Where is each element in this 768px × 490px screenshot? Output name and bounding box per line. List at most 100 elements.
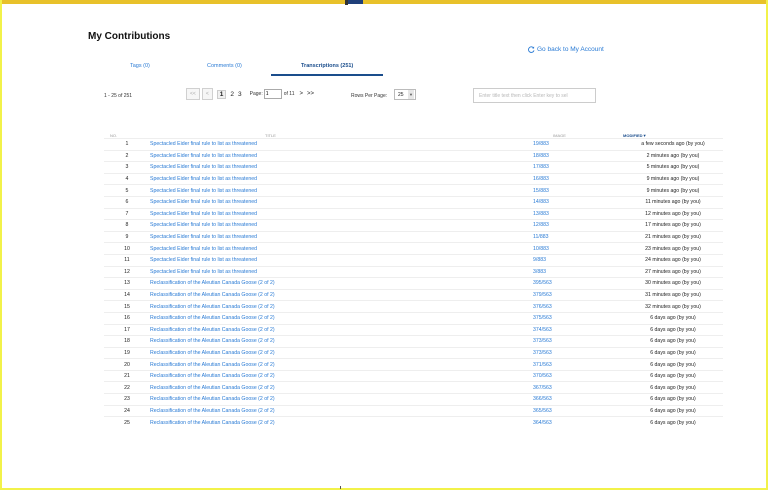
row-image-link[interactable]: 365/563 bbox=[533, 408, 552, 414]
row-image-link[interactable]: 395/563 bbox=[533, 280, 552, 286]
row-title-link[interactable]: Reclassification of the Aleutian Canada … bbox=[150, 338, 275, 344]
page-title: My Contributions bbox=[88, 31, 171, 42]
cell-modified: 6 days ago (by you) bbox=[623, 358, 723, 371]
row-title-link[interactable]: Reclassification of the Aleutian Canada … bbox=[150, 304, 275, 310]
first-page-button[interactable]: << bbox=[186, 88, 200, 100]
cell-modified: 6 days ago (by you) bbox=[623, 369, 723, 382]
row-image-link[interactable]: 373/563 bbox=[533, 338, 552, 344]
tab-tags[interactable]: Tags (0) bbox=[130, 63, 150, 69]
rows-per-page-value: 25 bbox=[398, 91, 404, 98]
row-number: 23 bbox=[124, 396, 130, 403]
page-number-1[interactable]: 1 bbox=[216, 89, 227, 99]
cell-modified: 24 minutes ago (by you) bbox=[623, 253, 723, 267]
back-to-account-link[interactable]: Go back to My Account bbox=[528, 46, 604, 53]
cell-no: 3 bbox=[104, 161, 150, 174]
cell-title: Spectacled Eider final rule to list as t… bbox=[150, 161, 533, 174]
row-image-link[interactable]: 12/883 bbox=[533, 222, 549, 228]
row-image-link[interactable]: 17/883 bbox=[533, 164, 549, 170]
row-title-link[interactable]: Spectacled Eider final rule to list as t… bbox=[150, 188, 257, 194]
row-image-link[interactable]: 16/883 bbox=[533, 176, 549, 182]
cell-image: 14/883 bbox=[533, 195, 623, 209]
cell-image: 11/883 bbox=[533, 230, 623, 243]
page-number-3[interactable]: 3 bbox=[238, 91, 242, 98]
row-title-link[interactable]: Spectacled Eider final rule to list as t… bbox=[150, 234, 257, 240]
row-image-link[interactable]: 9/883 bbox=[533, 257, 546, 263]
next-page-button[interactable]: > bbox=[299, 91, 303, 97]
row-image-link[interactable]: 18/883 bbox=[533, 153, 549, 159]
tab-comments[interactable]: Comments (0) bbox=[207, 63, 242, 69]
row-image-link[interactable]: 14/883 bbox=[533, 199, 549, 205]
row-number: 13 bbox=[124, 280, 130, 287]
row-image-link[interactable]: 10/883 bbox=[533, 246, 549, 252]
row-image-link[interactable]: 379/563 bbox=[533, 292, 552, 298]
row-title-link[interactable]: Spectacled Eider final rule to list as t… bbox=[150, 211, 257, 217]
tab-transcriptions[interactable]: Transcriptions (251) bbox=[301, 63, 353, 69]
row-number: 15 bbox=[124, 303, 130, 310]
cell-title: Spectacled Eider final rule to list as t… bbox=[150, 149, 533, 162]
row-image-link[interactable]: 373/563 bbox=[533, 350, 552, 356]
row-title-link[interactable]: Reclassification of the Aleutian Canada … bbox=[150, 280, 275, 286]
row-title-link[interactable]: Spectacled Eider final rule to list as t… bbox=[150, 164, 257, 170]
cell-title: Reclassification of the Aleutian Canada … bbox=[150, 323, 533, 336]
row-title-link[interactable]: Reclassification of the Aleutian Canada … bbox=[150, 315, 275, 321]
row-title-link[interactable]: Reclassification of the Aleutian Canada … bbox=[150, 408, 275, 414]
row-modified: 11 minutes ago (by you) bbox=[645, 199, 701, 206]
cell-no: 11 bbox=[104, 253, 150, 267]
row-title-link[interactable]: Reclassification of the Aleutian Canada … bbox=[150, 292, 275, 298]
row-modified: 32 minutes ago (by you) bbox=[645, 303, 701, 310]
row-title-link[interactable]: Spectacled Eider final rule to list as t… bbox=[150, 246, 257, 252]
row-image-link[interactable]: 375/563 bbox=[533, 315, 552, 321]
table-row: 4 Spectacled Eider final rule to list as … bbox=[104, 172, 723, 185]
table-row: 21 Reclassification of the Aleutian Canad… bbox=[104, 369, 723, 382]
cell-title: Reclassification of the Aleutian Canada … bbox=[150, 416, 533, 428]
row-image-link[interactable]: 376/563 bbox=[533, 304, 552, 310]
cell-image: 365/563 bbox=[533, 404, 623, 417]
cell-image: 376/563 bbox=[533, 300, 623, 313]
cell-image: 15/883 bbox=[533, 184, 623, 197]
row-title-link[interactable]: Reclassification of the Aleutian Canada … bbox=[150, 420, 275, 426]
row-title-link[interactable]: Reclassification of the Aleutian Canada … bbox=[150, 350, 275, 356]
last-page-button[interactable]: >> bbox=[307, 91, 314, 97]
rows-per-page-select[interactable]: 25 ▼ bbox=[394, 89, 416, 100]
row-modified: a few seconds ago (by you) bbox=[641, 141, 705, 148]
cell-no: 19 bbox=[104, 346, 150, 359]
prev-page-button[interactable]: < bbox=[201, 88, 213, 100]
row-image-link[interactable]: 11/883 bbox=[533, 234, 548, 240]
cell-no: 13 bbox=[104, 277, 150, 290]
title-filter-input[interactable] bbox=[473, 88, 596, 103]
row-title-link[interactable]: Spectacled Eider final rule to list as t… bbox=[150, 141, 257, 147]
page-label: Page: bbox=[249, 91, 263, 97]
row-title-link[interactable]: Spectacled Eider final rule to list as t… bbox=[150, 269, 257, 275]
row-modified: 5 minutes ago (by you) bbox=[646, 164, 700, 171]
row-number: 8 bbox=[125, 222, 129, 229]
page-number-input[interactable] bbox=[263, 89, 282, 99]
row-image-link[interactable]: 3/883 bbox=[533, 269, 546, 275]
row-image-link[interactable]: 15/883 bbox=[533, 188, 549, 194]
row-modified: 9 minutes ago (by you) bbox=[646, 187, 700, 194]
row-image-link[interactable]: 366/563 bbox=[533, 396, 552, 402]
row-image-link[interactable]: 13/883 bbox=[533, 211, 549, 217]
table-row: 3 Spectacled Eider final rule to list as … bbox=[104, 161, 723, 174]
row-image-link[interactable]: 371/563 bbox=[533, 362, 552, 368]
row-title-link[interactable]: Reclassification of the Aleutian Canada … bbox=[150, 373, 275, 379]
row-modified: 31 minutes ago (by you) bbox=[645, 292, 701, 299]
row-image-link[interactable]: 367/563 bbox=[533, 385, 552, 391]
cell-no: 6 bbox=[104, 195, 150, 209]
row-title-link[interactable]: Spectacled Eider final rule to list as t… bbox=[150, 199, 257, 205]
table-row: 23 Reclassification of the Aleutian Canad… bbox=[104, 393, 723, 406]
row-title-link[interactable]: Reclassification of the Aleutian Canada … bbox=[150, 362, 275, 368]
row-image-link[interactable]: 370/563 bbox=[533, 373, 552, 379]
row-title-link[interactable]: Reclassification of the Aleutian Canada … bbox=[150, 327, 275, 333]
page-number-2[interactable]: 2 bbox=[230, 91, 234, 98]
row-image-link[interactable]: 364/563 bbox=[533, 420, 552, 426]
row-title-link[interactable]: Reclassification of the Aleutian Canada … bbox=[150, 396, 275, 402]
row-title-link[interactable]: Spectacled Eider final rule to list as t… bbox=[150, 257, 257, 263]
cell-title: Spectacled Eider final rule to list as t… bbox=[150, 138, 533, 151]
cell-no: 22 bbox=[104, 381, 150, 394]
row-image-link[interactable]: 374/563 bbox=[533, 327, 552, 333]
row-title-link[interactable]: Reclassification of the Aleutian Canada … bbox=[150, 385, 275, 391]
row-title-link[interactable]: Spectacled Eider final rule to list as t… bbox=[150, 153, 257, 159]
row-image-link[interactable]: 19/883 bbox=[533, 141, 549, 147]
row-title-link[interactable]: Spectacled Eider final rule to list as t… bbox=[150, 222, 257, 228]
row-title-link[interactable]: Spectacled Eider final rule to list as t… bbox=[150, 176, 257, 182]
